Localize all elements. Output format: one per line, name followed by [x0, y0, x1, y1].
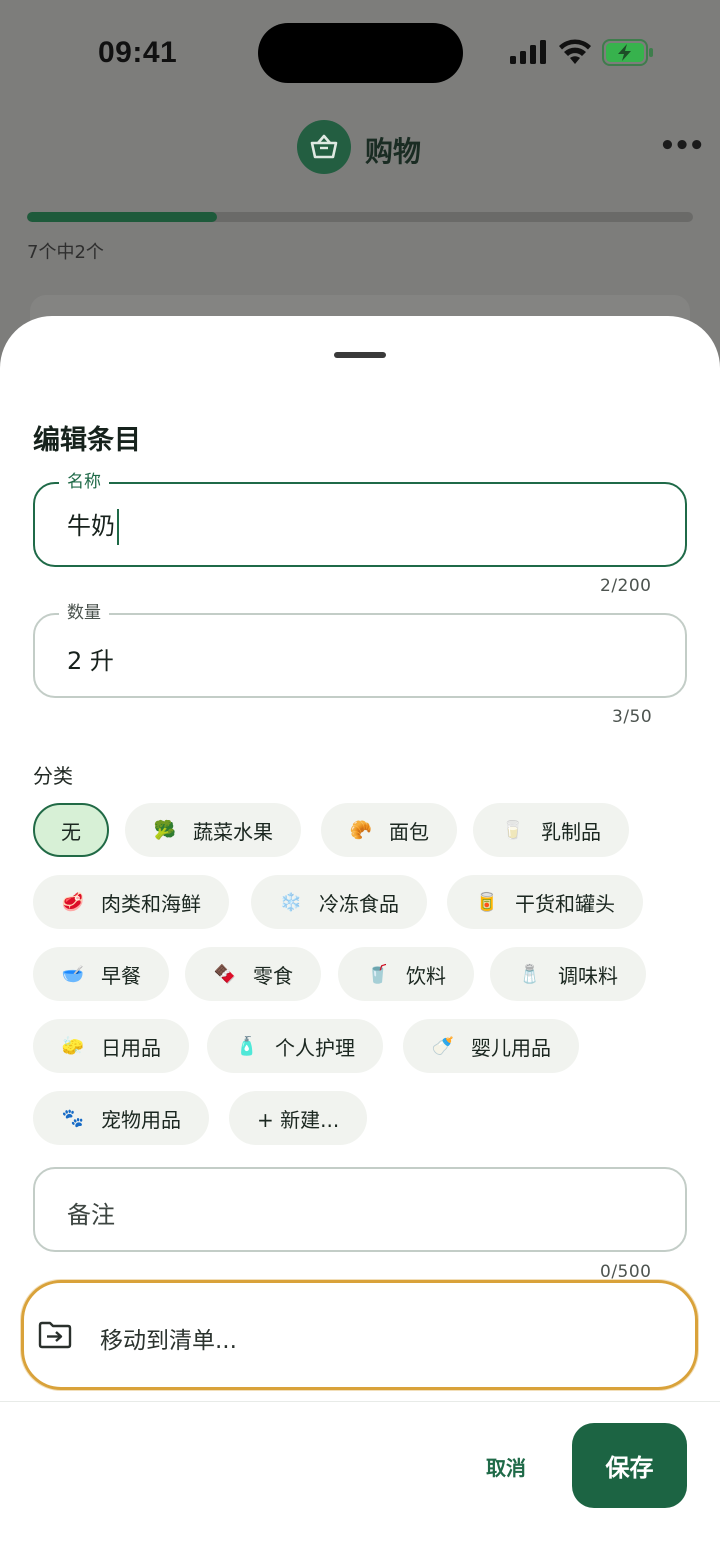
chip-label: 乳制品 [541, 819, 601, 844]
broccoli-icon: 🥦 [153, 819, 177, 841]
shopping-basket-icon [297, 120, 351, 174]
chip-label: + 新建... [257, 1107, 340, 1132]
category-chip-bread[interactable]: 🥐 面包 [321, 803, 457, 857]
category-chip-meat-seafood[interactable]: 🥩 肉类和海鲜 [33, 875, 229, 929]
category-chip-household[interactable]: 🧽 日用品 [33, 1019, 189, 1073]
list-progress-bar [27, 212, 693, 222]
paw-prints-icon: 🐾 [61, 1107, 85, 1129]
category-chip-personal-care[interactable]: 🧴 个人护理 [207, 1019, 383, 1073]
cancel-button[interactable]: 取消 [470, 1441, 542, 1491]
more-options-icon[interactable]: ••• [659, 130, 705, 162]
chip-label: 早餐 [101, 963, 141, 988]
chip-label: 面包 [389, 819, 429, 844]
category-chip-frozen[interactable]: ❄️ 冷冻食品 [251, 875, 427, 929]
category-chip-pets[interactable]: 🐾 宠物用品 [33, 1091, 209, 1145]
lotion-bottle-icon: 🧴 [235, 1035, 259, 1057]
sheet-drag-handle[interactable] [334, 352, 386, 358]
snowflake-icon: ❄️ [279, 891, 303, 913]
category-chip-snacks[interactable]: 🍫 零食 [185, 947, 321, 1001]
quantity-field-label: 数量 [59, 602, 109, 624]
chip-label: 干货和罐头 [515, 891, 615, 916]
sponge-icon: 🧽 [61, 1035, 85, 1057]
category-chip-new[interactable]: + 新建... [229, 1091, 368, 1145]
category-chip-baby[interactable]: 🍼 婴儿用品 [403, 1019, 579, 1073]
chip-label: 调味料 [558, 963, 618, 988]
edit-item-sheet: 编辑条目 名称 牛奶 2/200 数量 2 升 3/50 分类 无 🥦 蔬菜水果… [0, 316, 720, 1564]
baby-bottle-icon: 🍼 [431, 1035, 455, 1057]
quantity-char-counter: 3/50 [612, 707, 653, 727]
move-to-list-label: 移动到清单... [100, 1328, 237, 1354]
chip-label: 饮料 [406, 963, 446, 988]
meat-icon: 🥩 [61, 891, 85, 913]
chip-label: 冷冻食品 [319, 891, 399, 916]
save-button[interactable]: 保存 [572, 1423, 687, 1508]
app-header: 购物 ••• [0, 120, 720, 176]
progress-fill [27, 212, 218, 222]
category-chip-pantry[interactable]: 🥫 干货和罐头 [447, 875, 643, 929]
quantity-field[interactable]: 数量 2 升 [33, 602, 687, 698]
name-char-counter: 2/200 [600, 576, 652, 596]
chip-label: 婴儿用品 [471, 1035, 551, 1060]
battery-charging-icon [602, 39, 653, 66]
salt-shaker-icon: 🧂 [518, 963, 542, 985]
chip-label: 肉类和海鲜 [101, 891, 201, 916]
chip-label: 日用品 [101, 1035, 161, 1060]
chip-label: 无 [61, 819, 81, 844]
move-to-list-button[interactable]: 移动到清单... [21, 1280, 698, 1390]
status-time: 09:41 [98, 36, 178, 69]
milk-glass-icon: 🥛 [501, 819, 525, 841]
category-chip-dairy[interactable]: 🥛 乳制品 [473, 803, 629, 857]
quantity-field-value: 2 升 [67, 647, 114, 675]
category-chip-produce[interactable]: 🥦 蔬菜水果 [125, 803, 301, 857]
footer-divider [0, 1401, 720, 1402]
category-chip-beverages[interactable]: 🥤 饮料 [338, 947, 474, 1001]
bowl-icon: 🥣 [61, 963, 85, 985]
name-field-label: 名称 [59, 471, 109, 493]
chip-label: 个人护理 [275, 1035, 355, 1060]
category-chip-condiments[interactable]: 🧂 调味料 [490, 947, 646, 1001]
croissant-icon: 🥐 [349, 819, 373, 841]
chip-label: 蔬菜水果 [193, 819, 273, 844]
canned-food-icon: 🥫 [475, 891, 499, 913]
sheet-title: 编辑条目 [33, 425, 141, 456]
category-chip-breakfast[interactable]: 🥣 早餐 [33, 947, 169, 1001]
chip-label: 宠物用品 [101, 1107, 181, 1132]
category-label: 分类 [33, 764, 73, 788]
name-field[interactable]: 名称 牛奶 [33, 471, 687, 567]
status-bar: 09:41 [0, 0, 720, 100]
notes-placeholder: 备注 [67, 1201, 115, 1229]
dynamic-island [258, 23, 463, 83]
notes-char-counter: 0/500 [600, 1262, 652, 1282]
category-chip-none[interactable]: 无 [33, 803, 109, 857]
chocolate-icon: 🍫 [213, 963, 237, 985]
progress-text: 7个中2个 [27, 242, 104, 263]
chip-label: 零食 [253, 963, 293, 988]
move-folder-icon [38, 1321, 72, 1349]
list-title: 购物 [365, 135, 422, 168]
wifi-icon [559, 39, 591, 64]
notes-field[interactable]: 备注 [33, 1167, 687, 1252]
drink-cup-icon: 🥤 [366, 963, 390, 985]
name-field-value: 牛奶 [67, 512, 115, 540]
cellular-signal-icon [510, 40, 546, 64]
text-cursor [117, 509, 119, 545]
